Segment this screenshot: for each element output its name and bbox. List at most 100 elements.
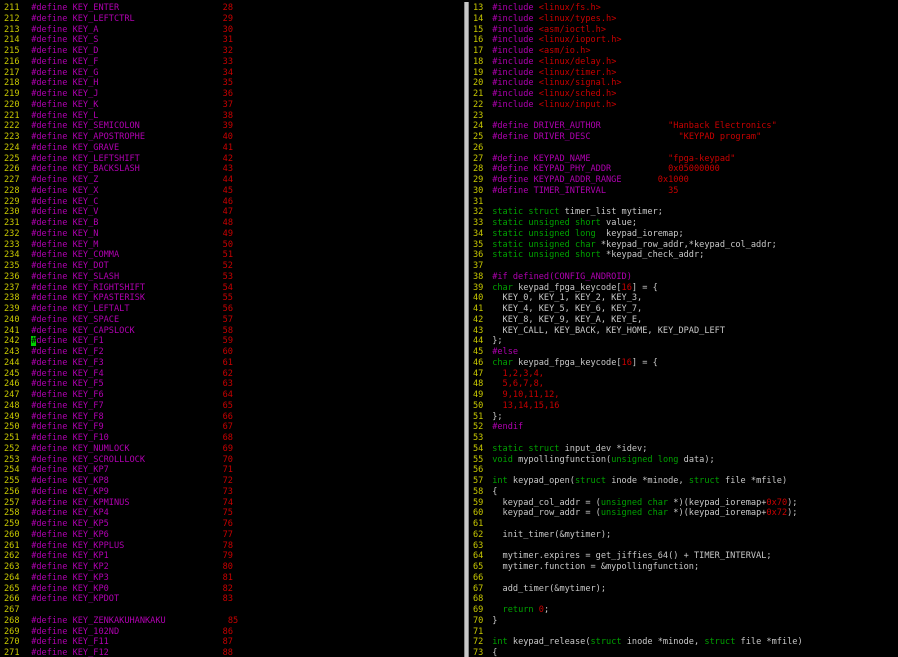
code-line[interactable]: 237 #define KEY_RIGHTSHIFT 54 (0, 283, 462, 294)
code-line[interactable]: 223 #define KEY_APOSTROPHE 40 (0, 132, 462, 143)
code-line[interactable]: 43 KEY_CALL, KEY_BACK, KEY_HOME, KEY_DPA… (471, 326, 898, 337)
code-line[interactable]: 213 #define KEY_A 30 (0, 25, 462, 36)
code-line[interactable]: 66 (471, 573, 898, 584)
code-line[interactable]: 271 #define KEY_F12 88 (0, 648, 462, 657)
code-line[interactable]: 27 #define KEYPAD_NAME "fpga-keypad" (471, 154, 898, 165)
code-line[interactable]: 236 #define KEY_SLASH 53 (0, 272, 462, 283)
code-line[interactable]: 230 #define KEY_V 47 (0, 207, 462, 218)
code-line[interactable]: 44 }; (471, 336, 898, 347)
code-line[interactable]: 54 static struct input_dev *idev; (471, 444, 898, 455)
code-line[interactable]: 218 #define KEY_H 35 (0, 78, 462, 89)
code-line[interactable]: 33 static unsigned short value; (471, 218, 898, 229)
left-editor-pane[interactable]: 211 #define KEY_ENTER 28 212 #define KEY_… (0, 3, 462, 657)
code-line[interactable]: 270 #define KEY_F11 87 (0, 637, 462, 648)
code-line[interactable]: 60 keypad_row_addr = (unsigned char *)(k… (471, 508, 898, 519)
code-line[interactable]: 257 #define KEY_KPMINUS 74 (0, 498, 462, 509)
code-line[interactable]: 64 mytimer.expires = get_jiffies_64() + … (471, 551, 898, 562)
code-line[interactable]: 39 char keypad_fpga_keycode[16] = { (471, 283, 898, 294)
code-line[interactable]: 241 #define KEY_CAPSLOCK 58 (0, 326, 462, 337)
code-line[interactable]: 252 #define KEY_NUMLOCK 69 (0, 444, 462, 455)
code-line[interactable]: 36 static unsigned short *keypad_check_a… (471, 250, 898, 261)
code-line[interactable]: 245 #define KEY_F4 62 (0, 369, 462, 380)
code-line[interactable]: 26 (471, 143, 898, 154)
code-line[interactable]: 57 int keypad_open(struct inode *minode,… (471, 476, 898, 487)
code-line[interactable]: 28 #define KEYPAD_PHY_ADDR 0x05000000 (471, 164, 898, 175)
code-line[interactable]: 50 13,14,15,16 (471, 401, 898, 412)
code-line[interactable]: 235 #define KEY_DOT 52 (0, 261, 462, 272)
code-line[interactable]: 234 #define KEY_COMMA 51 (0, 250, 462, 261)
code-line[interactable]: 34 static unsigned long keypad_ioremap; (471, 229, 898, 240)
code-line[interactable]: 40 KEY_0, KEY_1, KEY_2, KEY_3, (471, 293, 898, 304)
code-line[interactable]: 228 #define KEY_X 45 (0, 186, 462, 197)
code-line[interactable]: 249 #define KEY_F8 66 (0, 412, 462, 423)
code-line[interactable]: 56 (471, 465, 898, 476)
code-line[interactable]: 70 } (471, 616, 898, 627)
code-line[interactable]: 260 #define KEY_KP6 77 (0, 530, 462, 541)
code-line[interactable]: 246 #define KEY_F5 63 (0, 379, 462, 390)
code-line[interactable]: 32 static struct timer_list mytimer; (471, 207, 898, 218)
code-line[interactable]: 267 (0, 605, 462, 616)
code-line[interactable]: 264 #define KEY_KP3 81 (0, 573, 462, 584)
code-line[interactable]: 55 void mypollingfunction(unsigned long … (471, 455, 898, 466)
code-line[interactable]: 69 return 0; (471, 605, 898, 616)
code-line[interactable]: 258 #define KEY_KP4 75 (0, 508, 462, 519)
code-line[interactable]: 18 #include <linux/delay.h> (471, 57, 898, 68)
code-line[interactable]: 35 static unsigned char *keypad_row_addr… (471, 240, 898, 251)
code-line[interactable]: 45 #else (471, 347, 898, 358)
code-line[interactable]: 72 int keypad_release(struct inode *mino… (471, 637, 898, 648)
code-line[interactable]: 221 #define KEY_L 38 (0, 111, 462, 122)
code-line[interactable]: 216 #define KEY_F 33 (0, 57, 462, 68)
code-line[interactable]: 227 #define KEY_Z 44 (0, 175, 462, 186)
code-line[interactable]: 238 #define KEY_KPASTERISK 55 (0, 293, 462, 304)
code-line[interactable]: 240 #define KEY_SPACE 57 (0, 315, 462, 326)
code-line[interactable]: 266 #define KEY_KPDOT 83 (0, 594, 462, 605)
code-line[interactable]: 263 #define KEY_KP2 80 (0, 562, 462, 573)
code-line[interactable]: 67 add_timer(&mytimer); (471, 584, 898, 595)
code-line[interactable]: 269 #define KEY_102ND 86 (0, 627, 462, 638)
code-line[interactable]: 16 #include <linux/ioport.h> (471, 35, 898, 46)
code-line[interactable]: 265 #define KEY_KP0 82 (0, 584, 462, 595)
code-line[interactable]: 30 #define TIMER_INTERVAL 35 (471, 186, 898, 197)
code-line[interactable]: 233 #define KEY_M 50 (0, 240, 462, 251)
code-line[interactable]: 42 KEY_8, KEY_9, KEY_A, KEY_E, (471, 315, 898, 326)
code-line[interactable]: 41 KEY_4, KEY_5, KEY_6, KEY_7, (471, 304, 898, 315)
code-line[interactable]: 71 (471, 627, 898, 638)
code-line[interactable]: 48 5,6,7,8, (471, 379, 898, 390)
code-line[interactable]: 21 #include <linux/sched.h> (471, 89, 898, 100)
code-line[interactable]: 63 (471, 541, 898, 552)
code-line[interactable]: 239 #define KEY_LEFTALT 56 (0, 304, 462, 315)
code-line[interactable]: 73 { (471, 648, 898, 657)
code-line[interactable]: 251 #define KEY_F10 68 (0, 433, 462, 444)
code-line[interactable]: 224 #define KEY_GRAVE 41 (0, 143, 462, 154)
code-line[interactable]: 68 (471, 594, 898, 605)
code-line[interactable]: 49 9,10,11,12, (471, 390, 898, 401)
code-line[interactable]: 247 #define KEY_F6 64 (0, 390, 462, 401)
code-line[interactable]: 262 #define KEY_KP1 79 (0, 551, 462, 562)
code-line[interactable]: 217 #define KEY_G 34 (0, 68, 462, 79)
code-line[interactable]: 225 #define KEY_LEFTSHIFT 42 (0, 154, 462, 165)
code-line[interactable]: 53 (471, 433, 898, 444)
code-line[interactable]: 38 #if defined(CONFIG_ANDROID) (471, 272, 898, 283)
code-line[interactable]: 58 { (471, 487, 898, 498)
code-line[interactable]: 59 keypad_col_addr = (unsigned char *)(k… (471, 498, 898, 509)
code-line[interactable]: 268 #define KEY_ZENKAKUHANKAKU 85 (0, 616, 462, 627)
code-line[interactable]: 250 #define KEY_F9 67 (0, 422, 462, 433)
code-line[interactable]: 253 #define KEY_SCROLLLOCK 70 (0, 455, 462, 466)
code-line[interactable]: 220 #define KEY_K 37 (0, 100, 462, 111)
code-line[interactable]: 226 #define KEY_BACKSLASH 43 (0, 164, 462, 175)
code-line[interactable]: 259 #define KEY_KP5 76 (0, 519, 462, 530)
code-line[interactable]: 242 #define KEY_F1 59 (0, 336, 462, 347)
code-line[interactable]: 254 #define KEY_KP7 71 (0, 465, 462, 476)
right-editor-pane[interactable]: 13 #include <linux/fs.h> 14 #include <lin… (471, 3, 898, 657)
code-line[interactable]: 215 #define KEY_D 32 (0, 46, 462, 57)
code-line[interactable]: 256 #define KEY_KP9 73 (0, 487, 462, 498)
code-line[interactable]: 211 #define KEY_ENTER 28 (0, 3, 462, 14)
code-line[interactable]: 229 #define KEY_C 46 (0, 197, 462, 208)
code-line[interactable]: 23 (471, 111, 898, 122)
code-line[interactable]: 19 #include <linux/timer.h> (471, 68, 898, 79)
code-line[interactable]: 24 #define DRIVER_AUTHOR "Hanback Electr… (471, 121, 898, 132)
code-line[interactable]: 51 }; (471, 412, 898, 423)
code-line[interactable]: 47 1,2,3,4, (471, 369, 898, 380)
code-line[interactable]: 62 init_timer(&mytimer); (471, 530, 898, 541)
code-line[interactable]: 214 #define KEY_S 31 (0, 35, 462, 46)
